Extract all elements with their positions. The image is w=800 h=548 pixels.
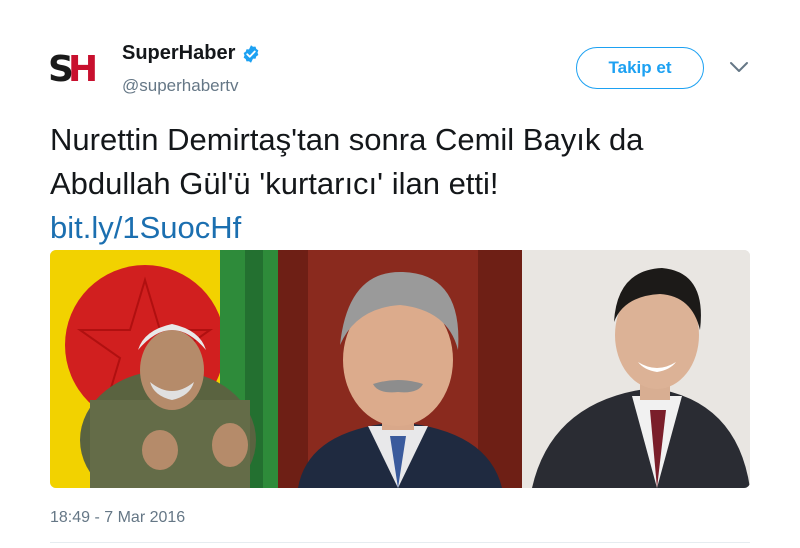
media-photo-2[interactable] bbox=[278, 250, 522, 488]
tweet-link[interactable]: bit.ly/1SuocHf bbox=[50, 206, 770, 250]
divider bbox=[50, 542, 750, 543]
tweet-text-line-1: Nurettin Demirtaş'tan sonra Cemil Bayık … bbox=[50, 122, 644, 157]
logo-letter-h: H bbox=[67, 49, 99, 90]
logo-letter-s: S bbox=[48, 49, 74, 90]
tweet-media-collage[interactable] bbox=[50, 250, 750, 488]
account-name-row[interactable]: SuperHaber bbox=[122, 42, 261, 65]
account-avatar-logo[interactable]: S H bbox=[48, 48, 108, 92]
photo-1-image bbox=[50, 250, 278, 488]
media-photo-1[interactable] bbox=[50, 250, 278, 488]
verified-badge-icon bbox=[244, 44, 259, 63]
tweet-timestamp[interactable]: 18:49 - 7 Mar 2016 bbox=[50, 509, 185, 527]
account-handle[interactable]: @superhabertv bbox=[122, 76, 239, 96]
follow-button[interactable]: Takip et bbox=[576, 47, 704, 89]
tweet-text: Nurettin Demirtaş'tan sonra Cemil Bayık … bbox=[50, 118, 770, 250]
tweet-text-line-2: Abdullah Gül'ü 'kurtarıcı' ilan etti! bbox=[50, 166, 499, 201]
chevron-down-icon[interactable] bbox=[728, 60, 750, 74]
photo-3-image bbox=[522, 250, 750, 488]
photo-2-image bbox=[278, 250, 522, 488]
display-name[interactable]: SuperHaber bbox=[122, 42, 235, 65]
media-photo-3[interactable] bbox=[522, 250, 750, 488]
